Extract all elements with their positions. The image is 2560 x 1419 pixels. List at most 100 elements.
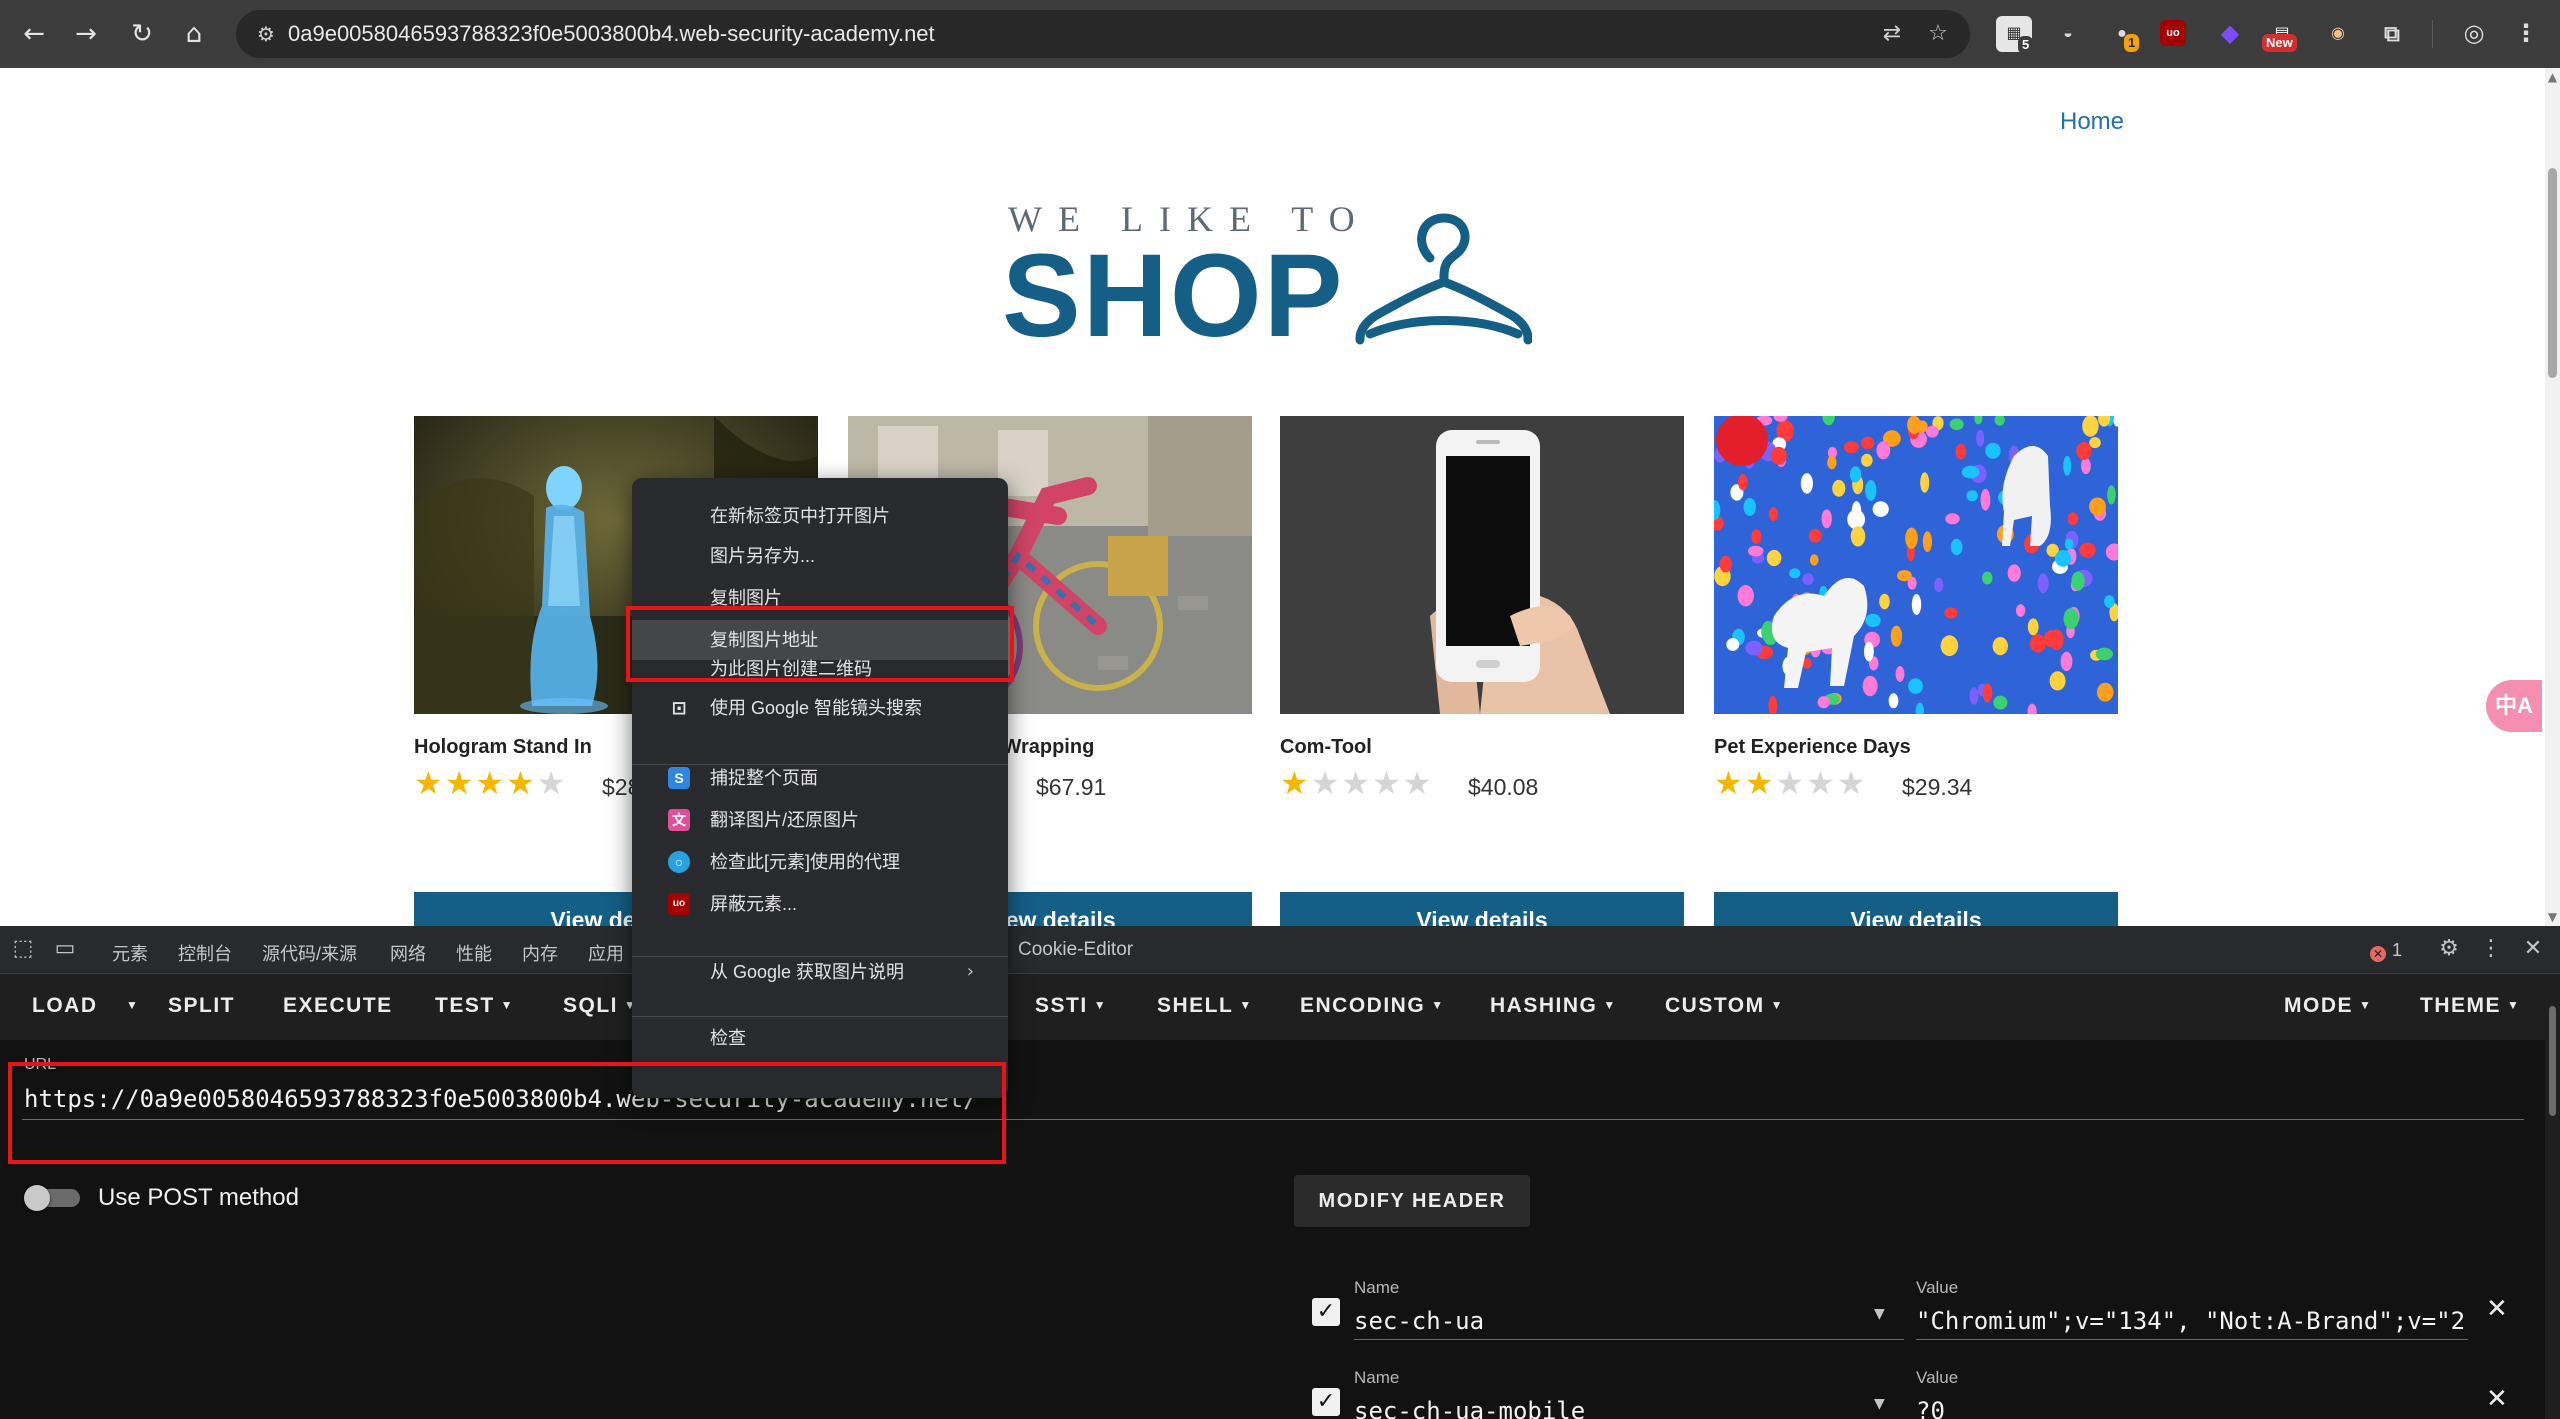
error-counter[interactable]: ✕ 1 bbox=[2370, 940, 2402, 962]
screenshot-extension-icon: S bbox=[668, 767, 690, 789]
header-enabled-checkbox[interactable]: ✓ bbox=[1312, 1388, 1340, 1416]
menu-inspect[interactable]: 检查 bbox=[632, 1026, 1008, 1050]
device-toolbar-icon[interactable]: ▭ bbox=[50, 934, 80, 964]
reload-icon[interactable]: ↻ bbox=[122, 14, 162, 54]
browser-toolbar: ← → ↻ ⌂ ⚙ 0a9e0058046593788323f0e5003800… bbox=[0, 0, 2560, 68]
notification-extension-icon[interactable]: ● 1 bbox=[2104, 16, 2140, 52]
home-icon[interactable]: ⌂ bbox=[174, 14, 214, 54]
chevron-down-icon: ▼ bbox=[500, 998, 515, 1012]
page-scrollbar[interactable]: ▲ ▼ bbox=[2545, 68, 2560, 926]
post-method-toggle[interactable] bbox=[24, 1185, 80, 1211]
menu-block-element[interactable]: uo 屏蔽元素... bbox=[632, 884, 1008, 924]
scrollbar-thumb[interactable] bbox=[2549, 1006, 2556, 1116]
menu-google-lens-search[interactable]: ⊡ 使用 Google 智能镜头搜索 bbox=[632, 688, 1008, 728]
star-filled-icon: ★ bbox=[1714, 764, 1745, 802]
tab-cookie-editor[interactable]: Cookie-Editor bbox=[1018, 939, 1133, 961]
split-button[interactable]: SPLIT bbox=[168, 994, 235, 1018]
header-value-field[interactable]: ?0 bbox=[1916, 1394, 2468, 1419]
remove-header-icon[interactable]: ✕ bbox=[2486, 1384, 2508, 1414]
header-enabled-checkbox[interactable]: ✓ bbox=[1312, 1298, 1340, 1326]
nav-home-link[interactable]: Home bbox=[2060, 108, 2124, 136]
tab-search-extension-icon[interactable]: ▦ 5 bbox=[1996, 16, 2034, 54]
translate-float-button[interactable]: 中A bbox=[2486, 680, 2542, 732]
extensions-puzzle-icon[interactable]: ⧉ bbox=[2374, 16, 2410, 52]
menu-google-lens-label: 使用 Google 智能镜头搜索 bbox=[710, 698, 923, 718]
translate-image-icon: 文 bbox=[668, 809, 690, 831]
address-bar[interactable]: ⚙ 0a9e0058046593788323f0e5003800b4.web-s… bbox=[236, 10, 1970, 58]
star-empty-icon: ★ bbox=[1806, 764, 1837, 802]
new-extension-icon[interactable]: ▤ New bbox=[2262, 16, 2300, 52]
chevron-down-icon[interactable]: ▼ bbox=[1874, 1396, 1885, 1412]
bookmark-star-icon[interactable]: ☆ bbox=[1922, 18, 1954, 50]
browser-menu-icon[interactable]: ⋮ bbox=[2508, 16, 2544, 52]
profile-icon[interactable]: ◎ bbox=[2456, 16, 2492, 52]
devtools-close-icon[interactable]: ✕ bbox=[2518, 934, 2548, 964]
chevron-down-icon: ▼ bbox=[1431, 998, 1445, 1012]
tab-memory[interactable]: 内存 bbox=[522, 940, 558, 966]
custom-menu[interactable]: CUSTOM ▼ bbox=[1665, 994, 1784, 1018]
menu-save-image-as[interactable]: 图片另存为... bbox=[632, 536, 1008, 576]
tab-network[interactable]: 网络 bbox=[390, 940, 426, 966]
tab-sources[interactable]: 源代码/来源 bbox=[262, 940, 357, 966]
load-dropdown-icon[interactable]: ▼ bbox=[120, 994, 139, 1018]
chevron-down-icon: ▼ bbox=[2359, 998, 2373, 1012]
encoding-menu[interactable]: ENCODING ▼ bbox=[1300, 994, 1445, 1018]
inspect-element-icon[interactable]: ⬚ bbox=[8, 934, 38, 964]
shell-menu[interactable]: SHELL ▼ bbox=[1157, 994, 1253, 1018]
product-image-pet-experience[interactable] bbox=[1714, 416, 2118, 714]
menu-translate-image[interactable]: 文 翻译图片/还原图片 bbox=[632, 800, 1008, 840]
logo-shop: SHOP bbox=[1002, 230, 1345, 362]
star-empty-icon: ★ bbox=[536, 764, 568, 802]
address-bar-url[interactable]: 0a9e0058046593788323f0e5003800b4.web-sec… bbox=[288, 21, 935, 47]
header-value-field[interactable]: "Chromium";v="134", "Not:A-Brand";v="2 bbox=[1916, 1304, 2468, 1340]
back-icon[interactable]: ← bbox=[14, 14, 54, 54]
devtools-scrollbar[interactable] bbox=[2545, 974, 2560, 1419]
gem-extension-icon[interactable]: ◆ bbox=[2212, 16, 2248, 52]
custom-menu-label: CUSTOM bbox=[1665, 994, 1765, 1017]
product-name: Hologram Stand In bbox=[414, 736, 592, 758]
menu-check-proxy-label: 检查此[元素]使用的代理 bbox=[710, 852, 901, 872]
ssti-menu[interactable]: SSTI ▼ bbox=[1035, 994, 1107, 1018]
site-info-icon[interactable]: ⚙ bbox=[250, 18, 282, 50]
header-name-field[interactable]: sec-ch-ua-mobile bbox=[1354, 1394, 1904, 1419]
hat-extension-icon[interactable]: ◒ bbox=[2050, 16, 2086, 52]
hashing-menu[interactable]: HASHING ▼ bbox=[1490, 994, 1617, 1018]
tab-performance[interactable]: 性能 bbox=[456, 940, 492, 966]
mode-menu[interactable]: MODE ▼ bbox=[2284, 994, 2372, 1018]
menu-check-proxy[interactable]: ○ 检查此[元素]使用的代理 bbox=[632, 842, 1008, 882]
devtools-settings-icon[interactable]: ⚙ bbox=[2434, 934, 2464, 964]
scrollbar-thumb[interactable] bbox=[2548, 168, 2557, 378]
header-row: ✓ Name sec-ch-ua-mobile ▼ Value ?0 ✕ bbox=[1300, 1358, 2520, 1419]
modify-header-button[interactable]: MODIFY HEADER bbox=[1294, 1175, 1530, 1227]
load-button[interactable]: LOAD bbox=[32, 994, 98, 1018]
post-method-label: Use POST method bbox=[98, 1184, 299, 1211]
ublock-extension-icon[interactable]: uo bbox=[2160, 20, 2186, 46]
shell-menu-label: SHELL bbox=[1157, 994, 1234, 1017]
menu-google-image-description[interactable]: 从 Google 获取图片说明 › bbox=[632, 952, 1008, 992]
highlight-box-url bbox=[8, 1062, 1006, 1164]
tab-console[interactable]: 控制台 bbox=[178, 940, 232, 966]
header-name-field[interactable]: sec-ch-ua bbox=[1354, 1304, 1904, 1340]
chevron-down-icon: ▼ bbox=[1093, 998, 1108, 1012]
remove-header-icon[interactable]: ✕ bbox=[2486, 1294, 2508, 1324]
star-filled-icon: ★ bbox=[444, 764, 476, 802]
theme-menu[interactable]: THEME ▼ bbox=[2420, 994, 2520, 1018]
chevron-down-icon[interactable]: ▼ bbox=[1874, 1306, 1885, 1322]
forward-icon[interactable]: → bbox=[66, 14, 106, 54]
view-details-button[interactable]: View details bbox=[1714, 892, 2118, 926]
menu-capture-full-page[interactable]: S 捕捉整个页面 bbox=[632, 758, 1008, 798]
tab-elements[interactable]: 元素 bbox=[112, 940, 148, 966]
menu-capture-label: 捕捉整个页面 bbox=[710, 768, 818, 788]
tab-application[interactable]: 应用 bbox=[588, 940, 624, 966]
sqli-menu[interactable]: SQLI ▼ bbox=[563, 994, 637, 1018]
translate-page-icon[interactable]: ⇄ bbox=[1876, 18, 1908, 50]
execute-button[interactable]: EXECUTE bbox=[283, 994, 393, 1018]
scroll-down-icon[interactable]: ▼ bbox=[2545, 910, 2560, 924]
owl-extension-icon[interactable]: ◉ bbox=[2320, 16, 2356, 52]
menu-open-image-new-tab[interactable]: 在新标签页中打开图片 bbox=[632, 496, 1008, 536]
devtools-more-icon[interactable]: ⋮ bbox=[2476, 934, 2506, 964]
product-image-com-tool[interactable] bbox=[1280, 416, 1684, 714]
scroll-up-icon[interactable]: ▲ bbox=[2545, 70, 2560, 84]
test-menu[interactable]: TEST ▼ bbox=[435, 994, 514, 1018]
view-details-button[interactable]: View details bbox=[1280, 892, 1684, 926]
